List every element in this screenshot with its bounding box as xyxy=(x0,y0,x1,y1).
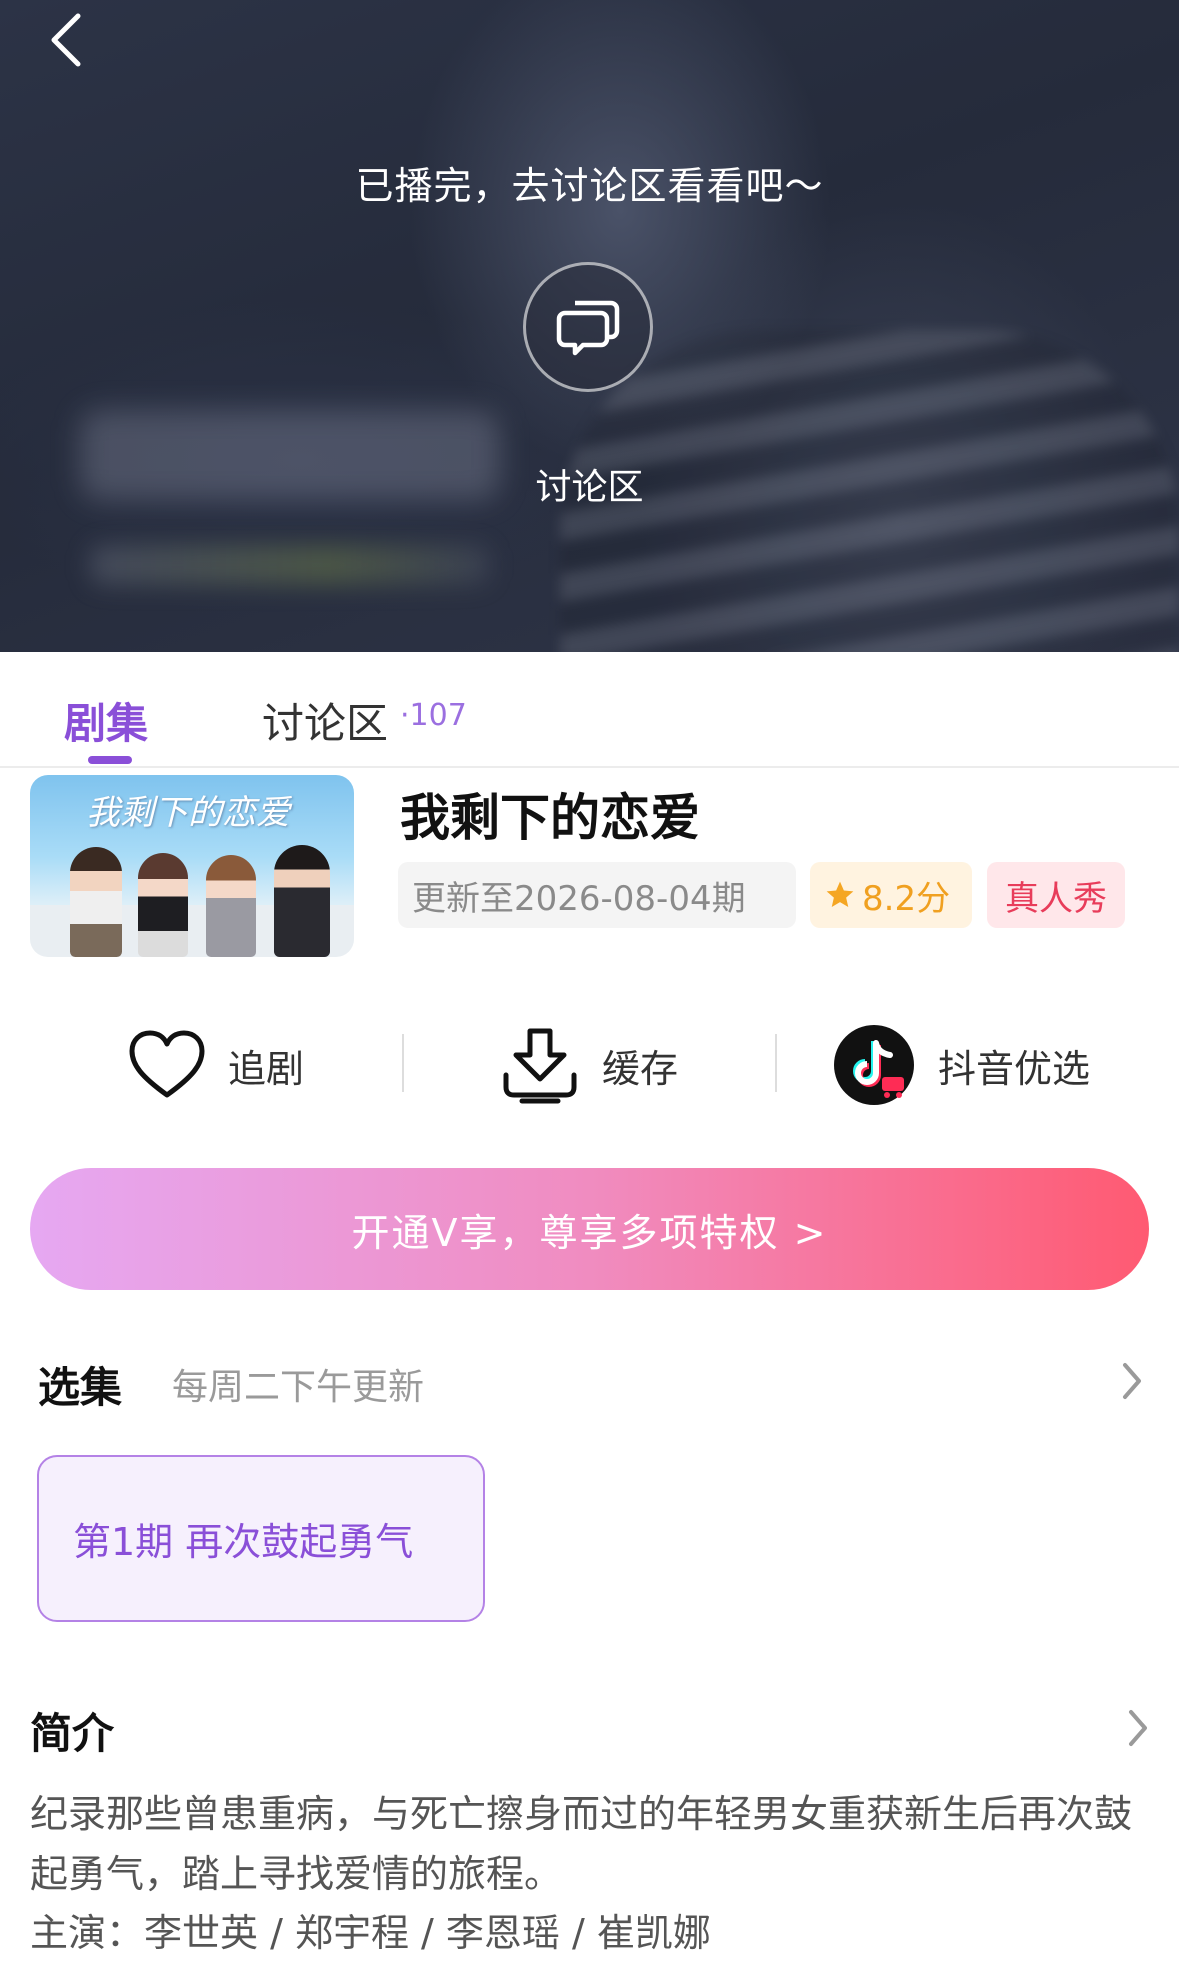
active-tab-indicator xyxy=(88,756,132,764)
vip-banner-button[interactable]: 开通V享，尊享多项特权 > xyxy=(30,1168,1149,1290)
score-value: 8.2分 xyxy=(862,878,951,919)
heart-icon xyxy=(129,1030,205,1098)
poster-title: 我剩下的恋爱 xyxy=(86,793,290,833)
episodes-section-title: 选集 xyxy=(38,1363,123,1412)
chevron-right-icon xyxy=(1123,1363,1141,1399)
douyin-label: 抖音优选 xyxy=(938,1046,1091,1091)
intro-more-button[interactable] xyxy=(1118,1703,1158,1753)
action-divider xyxy=(775,1034,777,1092)
show-title: 我剩下的恋爱 xyxy=(400,789,700,847)
poster-person xyxy=(206,855,256,957)
download-button[interactable]: 缓存 xyxy=(500,1015,678,1115)
back-button[interactable] xyxy=(40,8,90,72)
chat-bubbles-icon xyxy=(556,300,620,356)
follow-label: 追剧 xyxy=(228,1046,305,1091)
poster-person xyxy=(274,845,330,957)
show-poster[interactable]: 我剩下的恋爱 xyxy=(30,775,354,957)
episodes-more-button[interactable] xyxy=(1112,1356,1152,1406)
download-label: 缓存 xyxy=(602,1046,679,1091)
intro-section-title: 简介 xyxy=(30,1709,115,1758)
genre-badge: 真人秀 xyxy=(987,862,1125,928)
follow-button[interactable]: 追剧 xyxy=(128,1015,304,1115)
update-schedule: 每周二下午更新 xyxy=(172,1367,425,1408)
tab-episodes[interactable]: 剧集 xyxy=(64,690,148,751)
playback-ended-text: 已播完，去讨论区看看吧～ xyxy=(355,164,824,208)
episode-card[interactable]: 第1期 再次鼓起勇气 xyxy=(37,1455,485,1622)
douyin-logo-icon xyxy=(834,1025,914,1105)
star-icon xyxy=(826,881,854,907)
tab-discussion[interactable]: 讨论区 xyxy=(262,690,388,751)
update-badge: 更新至2026-08-04期 xyxy=(398,862,796,928)
action-divider xyxy=(402,1034,404,1092)
download-icon xyxy=(503,1028,577,1104)
poster-person xyxy=(70,847,122,957)
chevron-left-icon xyxy=(51,13,81,67)
video-blurred-subcaption xyxy=(90,545,490,585)
content-tabs: 剧集 讨论区 ·107 xyxy=(0,652,1179,768)
score-badge: 8.2分 xyxy=(810,862,972,928)
video-player[interactable]: 已播完，去讨论区看看吧～ 讨论区 xyxy=(0,0,1179,652)
discussion-label: 讨论区 xyxy=(535,467,644,508)
douyin-select-button[interactable]: 抖音优选 xyxy=(832,1015,1090,1115)
poster-person xyxy=(138,853,188,957)
cast-text: 主演：李世英 / 郑宇程 / 李恩瑶 / 崔凯娜 xyxy=(30,1911,711,1955)
intro-text: 纪录那些曾患重病，与死亡擦身而过的年轻男女重获新生后再次鼓起勇气，踏上寻找爱情的… xyxy=(30,1792,1133,1896)
discussion-count: ·107 xyxy=(400,698,467,733)
discussion-button[interactable] xyxy=(523,262,653,392)
chevron-right-icon xyxy=(1129,1710,1147,1746)
